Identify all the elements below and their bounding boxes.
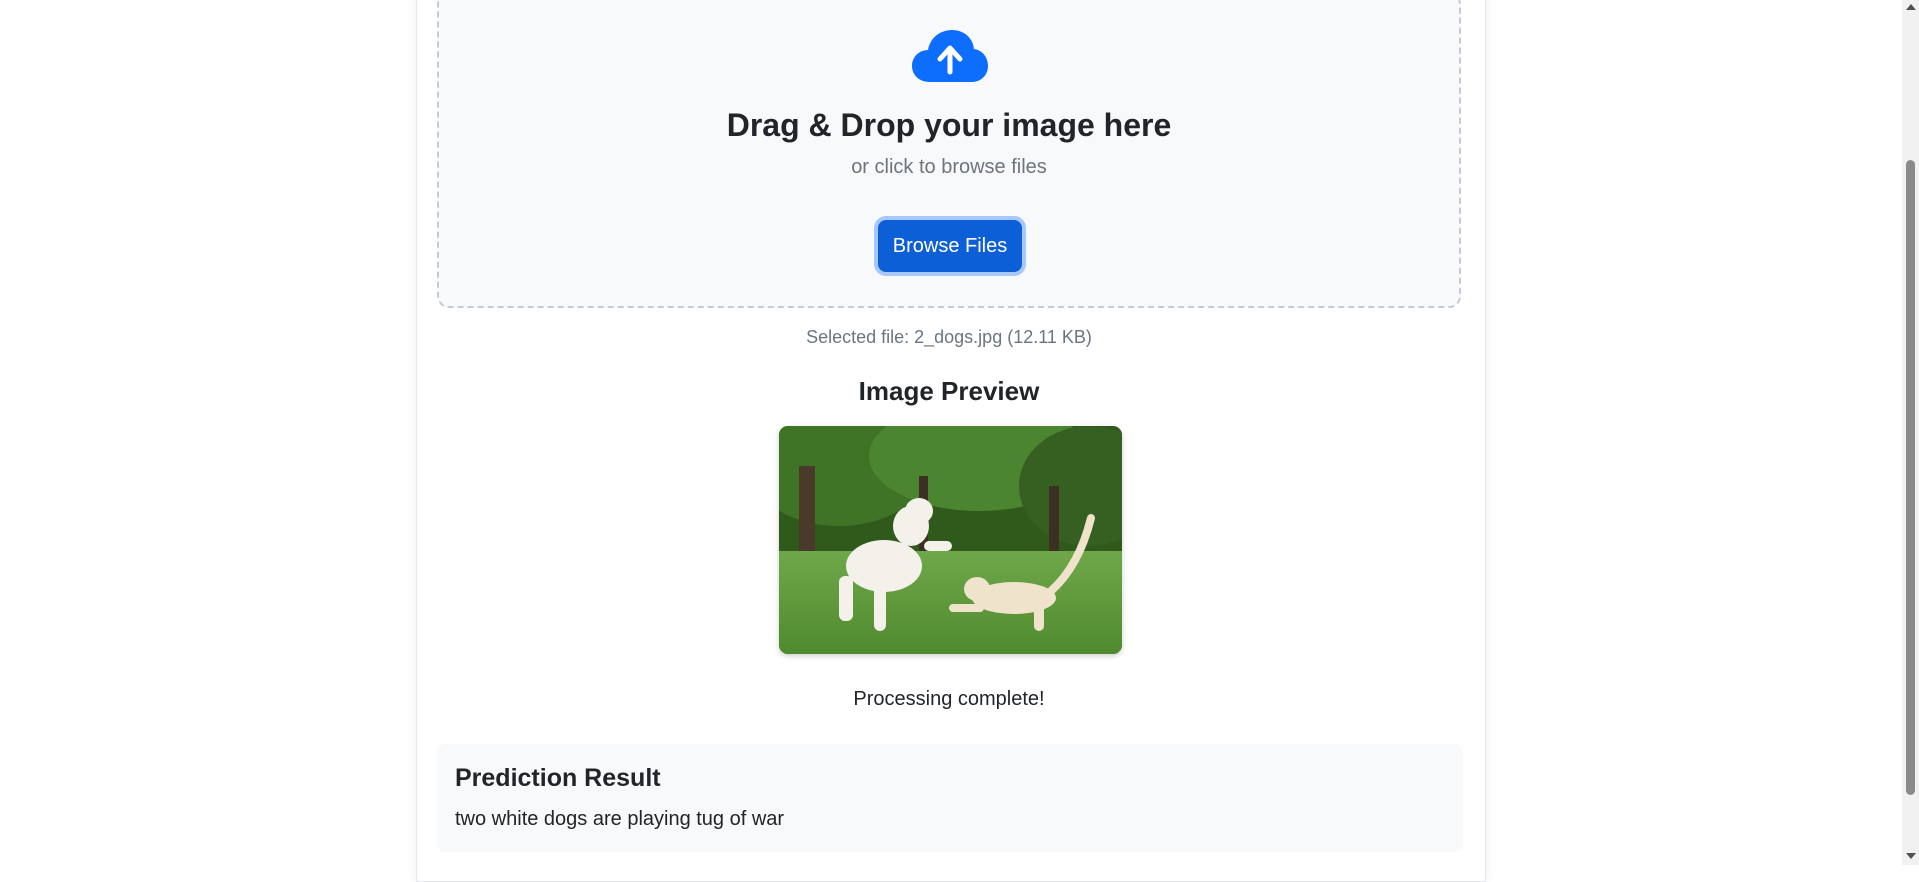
selected-file-info: Selected file: 2_dogs.jpg (12.11 KB) [806, 327, 1092, 347]
scroll-thumb[interactable] [1906, 160, 1915, 795]
scroll-up-arrow-icon[interactable] [1906, 4, 1916, 10]
prediction-result-title: Prediction Result [455, 764, 661, 792]
scroll-down-arrow-icon[interactable] [1906, 853, 1916, 859]
dropzone-title: Drag & Drop your image here [726, 107, 1172, 143]
cloud-upload-icon [912, 30, 988, 82]
image-preview-title: Image Preview [858, 376, 1040, 406]
browse-files-button[interactable]: Browse Files [878, 220, 1022, 272]
vertical-scrollbar[interactable] [1902, 0, 1919, 865]
processing-status: Processing complete! [853, 688, 1045, 710]
prediction-result-panel: Prediction Result two white dogs are pla… [437, 744, 1463, 852]
prediction-result-text: two white dogs are playing tug of war [455, 808, 785, 830]
image-preview [779, 426, 1122, 654]
dropzone-subtitle: or click to browse files [851, 156, 1047, 178]
